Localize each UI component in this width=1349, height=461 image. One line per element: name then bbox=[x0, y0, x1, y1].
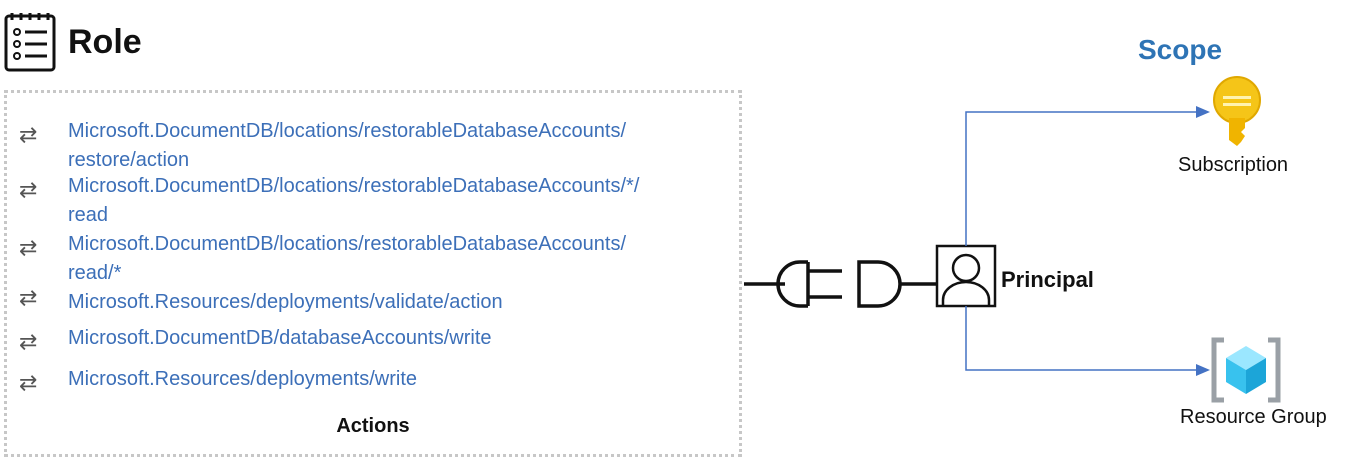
scope-title: Scope bbox=[1138, 34, 1223, 65]
resource-group-icon bbox=[1211, 337, 1281, 403]
scope-connector bbox=[965, 106, 1210, 376]
connection-diagram bbox=[744, 76, 1281, 403]
key-icon bbox=[1213, 76, 1261, 146]
plug-icon bbox=[744, 260, 842, 308]
principal-label: Principal bbox=[1001, 267, 1094, 292]
subscription-label: Subscription bbox=[1178, 154, 1289, 176]
resource-group-label: Resource Group bbox=[1180, 406, 1327, 428]
user-icon bbox=[935, 244, 997, 308]
socket-icon bbox=[857, 260, 937, 308]
